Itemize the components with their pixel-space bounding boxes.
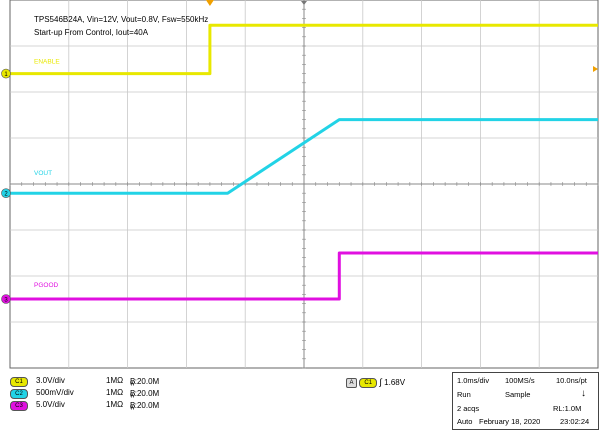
trigger-slope-icon: ∫ xyxy=(379,377,382,387)
ch3-badge: C3 xyxy=(10,401,28,411)
trigger-mode-icon: A xyxy=(346,377,357,388)
trigger-level: 1.68V xyxy=(384,378,406,387)
single-shot-icon: ↓ xyxy=(581,388,586,399)
ch3-impedance: 1MΩ xyxy=(106,400,124,409)
trigger-source-badge: C1 xyxy=(359,377,378,388)
ch2-bw-val: :20.0M xyxy=(134,389,160,398)
ch2-scale: 500mV/div xyxy=(36,388,74,397)
acquisition-count: 2 acqs xyxy=(457,404,480,413)
date: February 18, 2020 xyxy=(479,417,541,426)
ch3-bw-val: :20.0M xyxy=(134,401,160,410)
time: 23:02:24 xyxy=(560,417,590,426)
record-length: RL:1.0M xyxy=(553,404,582,413)
ch2-impedance: 1MΩ xyxy=(106,388,124,397)
chart-title-line1: TPS546B24A, Vin=12V, Vout=0.8V, Fsw=550k… xyxy=(34,15,208,24)
channel-row-2[interactable]: C2 500mV/div 1MΩ B W:20.0M xyxy=(10,387,210,400)
ch2-badge: C2 xyxy=(10,389,28,399)
run-state[interactable]: Run xyxy=(457,390,471,399)
timebase[interactable]: 1.0ms/div xyxy=(457,376,489,385)
trace-label-pgood: PGOOD xyxy=(34,282,59,289)
time-resolution: 10.0ns/pt xyxy=(556,376,587,385)
channel-settings-panel: C1 3.0V/div 1MΩ B W:20.0M C2 500mV/div 1M… xyxy=(10,375,210,425)
trigger-mode[interactable]: Auto xyxy=(457,417,472,426)
acq-mode: Sample xyxy=(505,390,531,399)
trigger-readout[interactable]: A C1 ∫ 1.68V xyxy=(346,377,416,389)
trace-label-vout: VOUT xyxy=(34,170,52,177)
trace-label-enable: ENABLE xyxy=(34,59,60,66)
ch1-badge: C1 xyxy=(10,377,28,387)
ch1-scale: 3.0V/div xyxy=(36,376,65,385)
sample-rate: 100MS/s xyxy=(505,376,535,385)
chart-title-line2: Start-up From Control, Iout=40A xyxy=(34,28,149,37)
channel-row-3[interactable]: C3 5.0V/div 1MΩ B W:20.0M xyxy=(10,399,210,412)
ch3-scale: 5.0V/div xyxy=(36,400,65,409)
ch1-bw-val: :20.0M xyxy=(134,377,160,386)
ch1-impedance: 1MΩ xyxy=(106,376,124,385)
oscilloscope-display: ENABLEVOUTPGOOD 123 TPS546B24A, Vin=12V,… xyxy=(1,0,599,369)
acquisition-panel: 1.0ms/div 100MS/s 10.0ns/pt Run Sample ↓… xyxy=(452,372,599,430)
channel-row-1[interactable]: C1 3.0V/div 1MΩ B W:20.0M xyxy=(10,375,210,388)
